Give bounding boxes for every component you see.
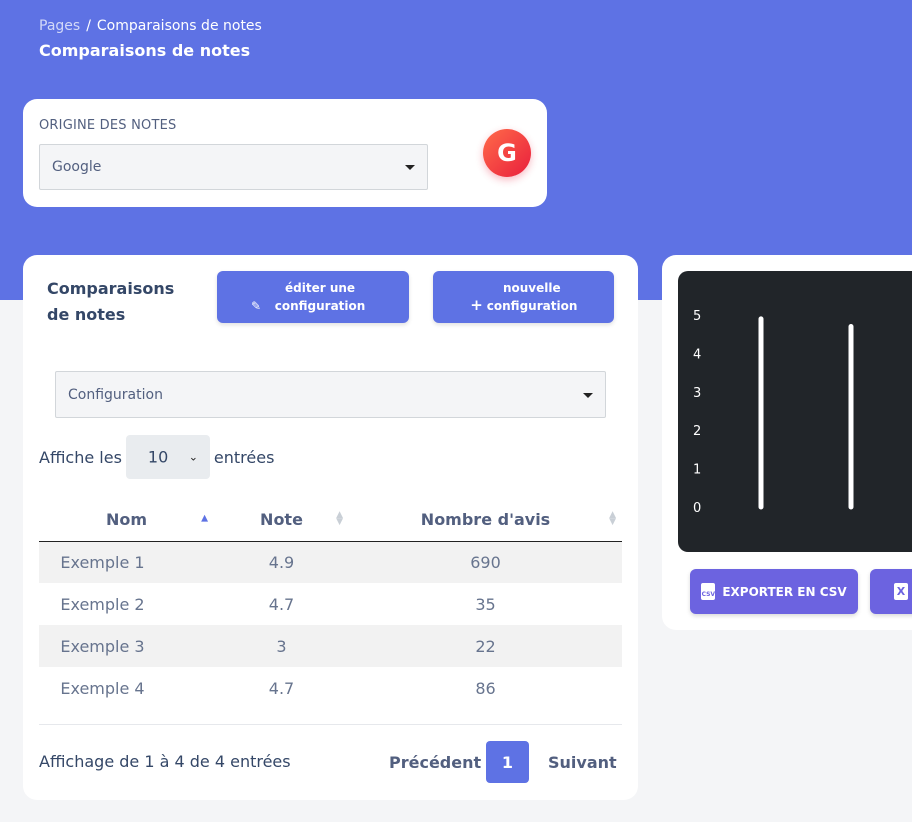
configuration-select-value: Configuration <box>68 386 163 403</box>
excel-file-icon: X <box>894 583 908 600</box>
comparison-table-card: Comparaisons de notes ✎ éditer une config… <box>23 255 638 800</box>
cell-nombre-avis: 35 <box>475 594 496 614</box>
page-title: Comparaisons de notes <box>39 41 251 60</box>
column-header-nom[interactable]: Nom ▲ <box>39 498 214 542</box>
pagination-next[interactable]: Suivant <box>548 741 617 783</box>
comparison-table: Nom ▲ Note ▲ ▼ Nombre d'avis ▲ ▼ Exemple 1 4.… <box>39 498 622 709</box>
cell-note: 4.7 <box>268 594 295 614</box>
new-button-label: nouvelle configuration <box>486 281 578 313</box>
table-row: Exemple 3 3 22 <box>39 625 622 667</box>
edit-configuration-button[interactable]: ✎ éditer une configuration <box>217 271 409 323</box>
caret-down-icon <box>583 392 593 398</box>
sort-icon: ▲ ▼ <box>609 510 616 528</box>
table-info: Affichage de 1 à 4 de 4 entrées <box>39 752 291 771</box>
cell-nom: Exemple 1 <box>39 541 214 583</box>
pagination-page-1[interactable]: 1 <box>486 741 529 783</box>
table-divider <box>39 724 622 725</box>
configuration-select[interactable]: Configuration <box>55 371 606 418</box>
source-select[interactable]: Google <box>39 144 428 190</box>
chart-card: 0 1 2 3 4 5 CSV EXPORTER EN CSV X <box>662 255 912 630</box>
bar-chart: 0 1 2 3 4 5 <box>693 309 854 516</box>
csv-file-icon: CSV <box>701 583 716 600</box>
column-header-label: Nombre d'avis <box>420 509 551 529</box>
export-excel-button[interactable]: X <box>870 569 912 614</box>
y-tick-label: 3 <box>693 386 701 401</box>
plus-icon: + <box>470 296 483 314</box>
table-row: Exemple 1 4.9 690 <box>39 541 622 583</box>
y-tick-label: 4 <box>693 347 701 362</box>
edit-button-label: éditer une configuration <box>274 281 366 313</box>
entries-length-control: Affiche les 10 ⌄ entrées <box>39 435 274 479</box>
cell-nombre-avis: 690 <box>349 541 622 583</box>
pagination-previous[interactable]: Précédent <box>389 741 481 783</box>
sort-icon: ▲ <box>201 513 208 524</box>
entries-per-page-value: 10 <box>147 447 169 467</box>
google-icon: G <box>483 129 531 177</box>
y-tick-label: 5 <box>693 309 701 324</box>
pencil-icon: ✎ <box>250 299 262 313</box>
cell-nombre-avis: 86 <box>475 678 496 698</box>
export-csv-button[interactable]: CSV EXPORTER EN CSV <box>690 569 858 614</box>
cell-note: 3 <box>214 625 349 667</box>
column-header-label: Note <box>260 509 303 529</box>
y-tick-label: 2 <box>693 424 701 439</box>
cell-nom: Exemple 3 <box>39 625 214 667</box>
column-header-label: Nom <box>105 509 148 529</box>
new-configuration-button[interactable]: +nouvelle configuration <box>433 271 614 323</box>
sort-icon: ▲ ▼ <box>336 510 343 528</box>
entries-per-page-select[interactable]: 10 ⌄ <box>125 435 210 479</box>
cell-nom: Exemple 4 <box>60 678 145 698</box>
source-select-value: Google <box>52 159 102 175</box>
y-tick-label: 0 <box>693 501 701 516</box>
source-label: ORIGINE DES NOTES <box>39 118 177 133</box>
chevron-down-icon: ⌄ <box>188 450 198 464</box>
table-row: Exemple 2 4.7 35 <box>39 583 622 625</box>
breadcrumb-separator: / <box>86 18 91 34</box>
card-title: Comparaisons de notes <box>47 279 175 324</box>
breadcrumb-root[interactable]: Pages <box>39 18 80 34</box>
export-csv-label: EXPORTER EN CSV <box>722 584 847 599</box>
y-tick-label: 1 <box>693 463 701 478</box>
column-header-nombre-avis[interactable]: Nombre d'avis ▲ ▼ <box>349 498 622 542</box>
cell-nombre-avis: 22 <box>349 625 622 667</box>
cell-nom: Exemple 2 <box>60 594 145 614</box>
table-row: Exemple 4 4.7 86 <box>39 667 622 709</box>
cell-note: 4.9 <box>214 541 349 583</box>
source-card: ORIGINE DES NOTES Google G <box>23 99 547 207</box>
column-header-note[interactable]: Note ▲ ▼ <box>214 498 349 542</box>
breadcrumb: Pages / Comparaisons de notes <box>39 18 262 34</box>
show-prefix: Affiche les <box>39 447 122 467</box>
show-suffix: entrées <box>213 447 275 467</box>
breadcrumb-current: Comparaisons de notes <box>96 18 262 34</box>
chart-area: 0 1 2 3 4 5 <box>678 271 912 552</box>
cell-note: 4.7 <box>268 678 295 698</box>
caret-down-icon <box>405 165 415 170</box>
